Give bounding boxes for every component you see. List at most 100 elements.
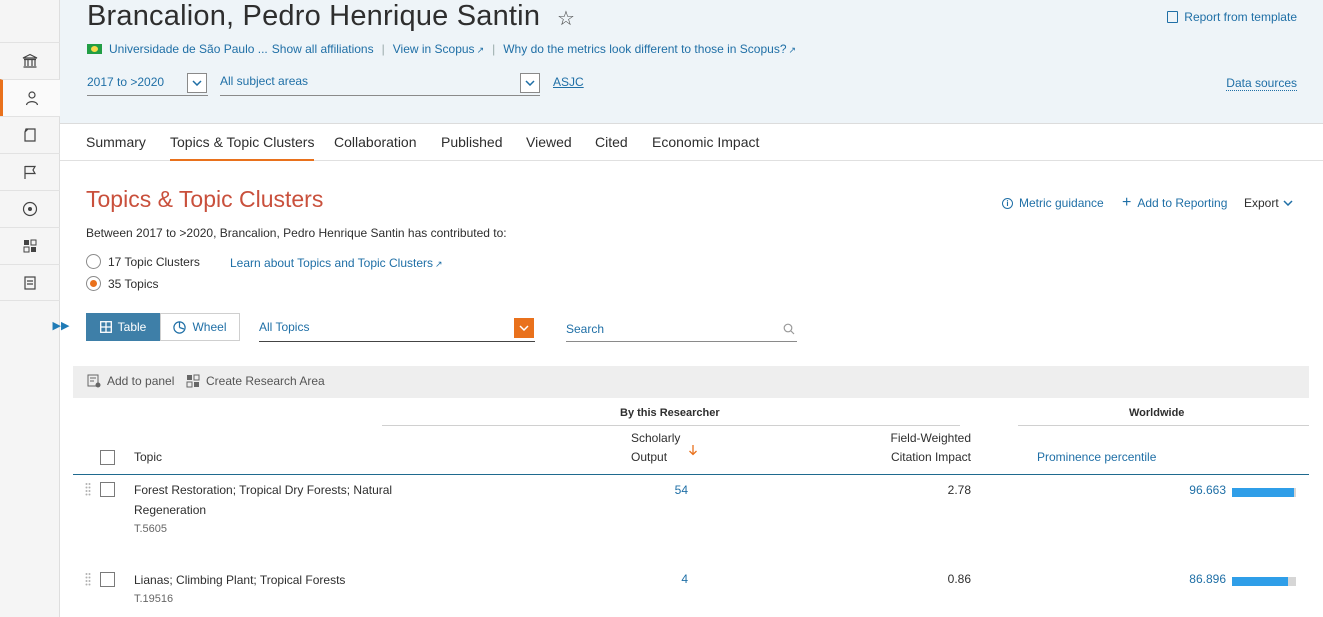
chevron-down-icon[interactable] — [520, 73, 540, 93]
radio-button-selected[interactable] — [86, 276, 101, 291]
info-icon: i — [1002, 197, 1013, 209]
wheel-view-button[interactable]: Wheel — [160, 313, 240, 341]
table-view-label: Table — [117, 320, 147, 334]
export-button[interactable]: Export — [1244, 196, 1293, 210]
wheel-icon — [173, 320, 187, 334]
subject-areas-select[interactable]: All subject areas — [220, 72, 540, 96]
view-toggle: Table Wheel — [86, 313, 240, 341]
sort-descending-icon[interactable] — [688, 444, 698, 456]
expand-arrows-icon[interactable]: ▶▶ — [53, 318, 70, 332]
report-icon — [24, 275, 36, 290]
column-header-scholarly-output-line1: Scholarly — [631, 431, 681, 445]
tab-viewed[interactable]: Viewed — [526, 134, 572, 150]
learn-topics-link[interactable]: Learn about Topics and Topic Clusters ↗ — [230, 256, 443, 270]
star-icon[interactable]: ☆ — [557, 6, 575, 31]
flag-icon — [24, 165, 37, 179]
rail-reports[interactable] — [0, 264, 60, 301]
column-header-prominence[interactable]: Prominence percentile — [1037, 448, 1156, 467]
subject-areas-value: All subject areas — [220, 74, 309, 88]
create-research-area-button[interactable]: Create Research Area — [186, 374, 325, 388]
rail-researcher[interactable] — [0, 79, 60, 116]
rail-country[interactable] — [0, 153, 60, 190]
publication-icon — [24, 128, 36, 142]
divider: | — [492, 42, 496, 56]
group-header-worldwide: Worldwide — [1129, 407, 1185, 419]
prominence-value: 86.896 — [1189, 572, 1226, 586]
search-input[interactable] — [566, 322, 766, 336]
tab-economic-impact[interactable]: Economic Impact — [652, 134, 759, 150]
filter-row: 2017 to >2020 All subject areas ASJC Dat… — [87, 72, 1297, 98]
metric-guidance-link[interactable]: i Metric guidance — [1002, 196, 1104, 210]
institution-icon — [22, 53, 38, 68]
column-header-topic[interactable]: Topic — [134, 448, 162, 467]
prominence-value: 96.663 — [1189, 483, 1226, 497]
metrics-question-link[interactable]: Why do the metrics look different to tho… — [503, 42, 796, 56]
affiliation-link[interactable]: Universidade de São Paulo ... — [109, 42, 268, 56]
chevron-down-icon[interactable] — [514, 318, 534, 338]
add-to-reporting-label: Add to Reporting — [1137, 196, 1228, 210]
tab-cited[interactable]: Cited — [595, 134, 628, 150]
scholarly-output-value[interactable]: 4 — [640, 569, 688, 589]
data-sources-link[interactable]: Data sources — [1226, 76, 1297, 91]
table-header-divider — [73, 474, 1309, 475]
asjc-link[interactable]: ASJC — [553, 75, 584, 89]
column-header-fwci[interactable]: Field-Weighted Citation Impact — [860, 429, 971, 467]
select-all-checkbox[interactable] — [100, 450, 115, 465]
view-in-scopus-link[interactable]: View in Scopus ↗ — [393, 42, 484, 56]
show-all-affiliations-link[interactable]: Show all affiliations — [272, 42, 374, 56]
researcher-name: Brancalion, Pedro Henrique Santin — [87, 0, 541, 32]
year-range-select[interactable]: 2017 to >2020 — [87, 72, 208, 96]
radio-topic-clusters-label: 17 Topic Clusters — [108, 254, 200, 269]
drag-handle-icon[interactable] — [85, 482, 91, 496]
target-icon — [22, 201, 38, 217]
table-view-button[interactable]: Table — [86, 313, 160, 341]
drag-handle-icon[interactable] — [85, 572, 91, 586]
external-link-icon: ↗ — [476, 45, 485, 55]
prominence-bar — [1232, 577, 1296, 586]
prominence-bar-fill — [1232, 577, 1288, 586]
tab-published[interactable]: Published — [441, 134, 503, 150]
radio-topic-clusters[interactable]: 17 Topic Clusters — [86, 254, 200, 269]
topics-filter-select[interactable]: All Topics — [259, 316, 535, 342]
tab-summary[interactable]: Summary — [86, 134, 146, 150]
year-range-value: 2017 to >2020 — [87, 75, 165, 89]
create-research-area-label: Create Research Area — [206, 374, 325, 388]
report-template-icon — [1167, 11, 1179, 23]
rail-publication[interactable] — [0, 116, 60, 153]
add-to-reporting-link[interactable]: + Add to Reporting — [1122, 195, 1228, 211]
dashboard-icon — [23, 239, 37, 253]
row-checkbox[interactable] — [100, 482, 115, 497]
chevron-down-icon — [1283, 200, 1293, 206]
prominence-bar — [1232, 488, 1296, 497]
radio-topics[interactable]: 35 Topics — [86, 276, 158, 291]
radio-topics-label: 35 Topics — [108, 276, 159, 291]
add-to-panel-icon — [87, 374, 101, 388]
metrics-question-label: Why do the metrics look different to tho… — [503, 42, 787, 56]
rail-topics[interactable] — [0, 190, 60, 227]
topic-name-continued: Regeneration — [134, 503, 207, 517]
radio-button[interactable] — [86, 254, 101, 269]
external-link-icon: ↗ — [435, 259, 443, 269]
column-header-fwci-line1: Field-Weighted — [890, 431, 971, 445]
learn-topics-label: Learn about Topics and Topic Clusters — [230, 256, 434, 270]
scholarly-output-value[interactable]: 54 — [640, 480, 688, 500]
rail-dashboard[interactable] — [0, 227, 60, 264]
add-to-panel-label: Add to panel — [107, 374, 175, 388]
report-from-template-link[interactable]: Report from template — [1167, 10, 1297, 24]
tab-topics[interactable]: Topics & Topic Clusters — [170, 134, 315, 161]
column-header-scholarly-output[interactable]: Scholarly Output — [631, 429, 680, 467]
rail-institution[interactable] — [0, 42, 60, 79]
row-checkbox[interactable] — [100, 572, 115, 587]
column-header-scholarly-output-line2: Output — [631, 450, 668, 464]
brazil-flag-icon — [87, 44, 102, 54]
export-label: Export — [1244, 196, 1279, 210]
add-to-panel-button[interactable]: Add to panel — [87, 374, 174, 388]
search-icon[interactable] — [783, 323, 795, 335]
chevron-down-icon[interactable] — [187, 73, 207, 93]
left-nav-rail — [0, 0, 60, 617]
metric-guidance-label: Metric guidance — [1019, 196, 1104, 210]
view-in-scopus-label: View in Scopus — [392, 42, 475, 56]
contribution-description: Between 2017 to >2020, Brancalion, Pedro… — [86, 226, 507, 240]
group-divider — [382, 425, 960, 426]
tab-collaboration[interactable]: Collaboration — [334, 134, 417, 150]
